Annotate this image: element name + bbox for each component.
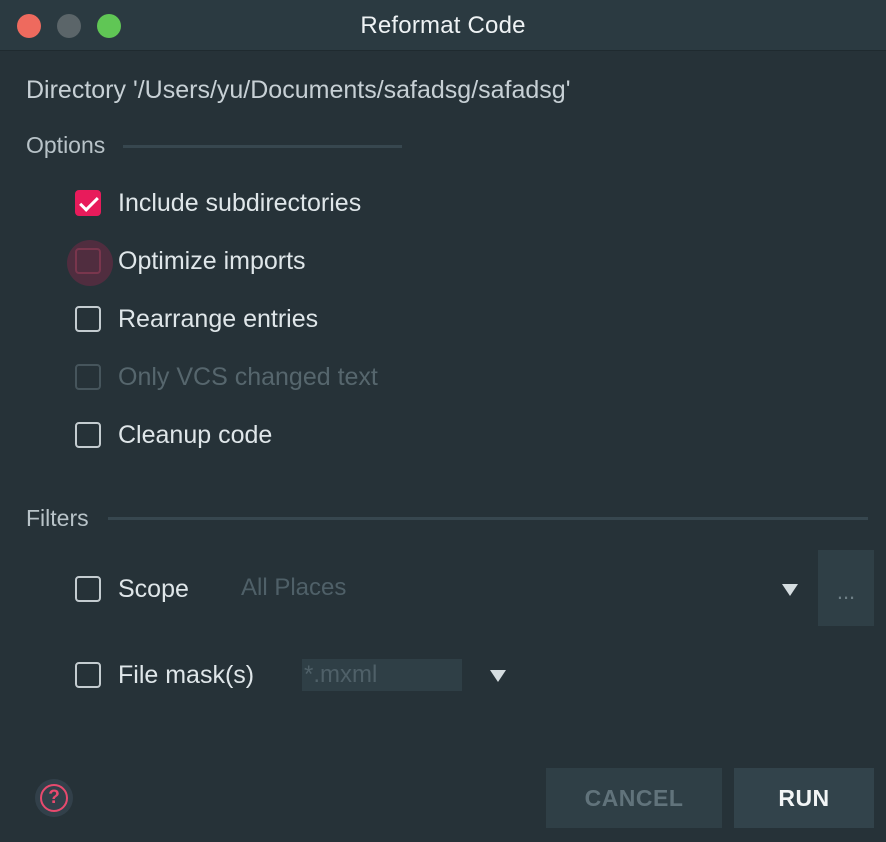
scope-dropdown-value[interactable]: All Places bbox=[241, 574, 346, 602]
include-subdirectories-option[interactable]: Include subdirectories bbox=[75, 187, 361, 219]
only-vcs-changed-option: Only VCS changed text bbox=[75, 361, 378, 393]
include-subdirectories-label: Include subdirectories bbox=[118, 188, 362, 217]
cleanup-code-option[interactable]: Cleanup code bbox=[75, 419, 272, 451]
chevron-down-icon[interactable] bbox=[490, 670, 506, 682]
options-section-label: Options bbox=[26, 132, 106, 158]
cleanup-code-label: Cleanup code bbox=[118, 420, 273, 449]
scope-label: Scope bbox=[118, 574, 189, 603]
file-mask-input[interactable]: *.mxml bbox=[302, 659, 462, 691]
scope-option[interactable]: Scope bbox=[75, 573, 189, 605]
cancel-button[interactable]: CANCEL bbox=[546, 768, 722, 828]
help-button[interactable]: ? bbox=[35, 779, 73, 817]
scope-browse-button[interactable]: ... bbox=[818, 550, 874, 626]
cleanup-code-checkbox[interactable] bbox=[75, 422, 101, 448]
title-bar: Reformat Code bbox=[0, 0, 886, 51]
optimize-imports-checkbox[interactable] bbox=[67, 240, 113, 286]
rearrange-entries-checkbox[interactable] bbox=[75, 306, 101, 332]
optimize-imports-label: Optimize imports bbox=[118, 246, 306, 275]
run-button[interactable]: RUN bbox=[734, 768, 874, 828]
chevron-down-icon[interactable] bbox=[782, 584, 798, 596]
only-vcs-changed-label: Only VCS changed text bbox=[118, 362, 378, 391]
window-title: Reformat Code bbox=[360, 12, 526, 39]
help-icon: ? bbox=[40, 784, 68, 812]
include-subdirectories-checkbox[interactable] bbox=[75, 190, 101, 216]
only-vcs-changed-checkbox bbox=[75, 364, 101, 390]
directory-label: Directory '/Users/yu/Documents/safadsg/s… bbox=[26, 76, 571, 104]
focus-ring bbox=[67, 240, 113, 286]
scope-checkbox[interactable] bbox=[75, 576, 101, 602]
options-divider bbox=[123, 145, 402, 148]
rearrange-entries-option[interactable]: Rearrange entries bbox=[75, 303, 318, 335]
filters-section-label: Filters bbox=[26, 505, 89, 531]
file-mask-label: File mask(s) bbox=[118, 660, 255, 689]
file-mask-option[interactable]: File mask(s) bbox=[75, 659, 254, 691]
dialog-content: Directory '/Users/yu/Documents/safadsg/s… bbox=[0, 51, 886, 842]
filters-divider bbox=[108, 517, 868, 520]
optimize-imports-option[interactable]: Optimize imports bbox=[67, 240, 306, 286]
rearrange-entries-label: Rearrange entries bbox=[118, 304, 319, 333]
file-mask-checkbox[interactable] bbox=[75, 662, 101, 688]
